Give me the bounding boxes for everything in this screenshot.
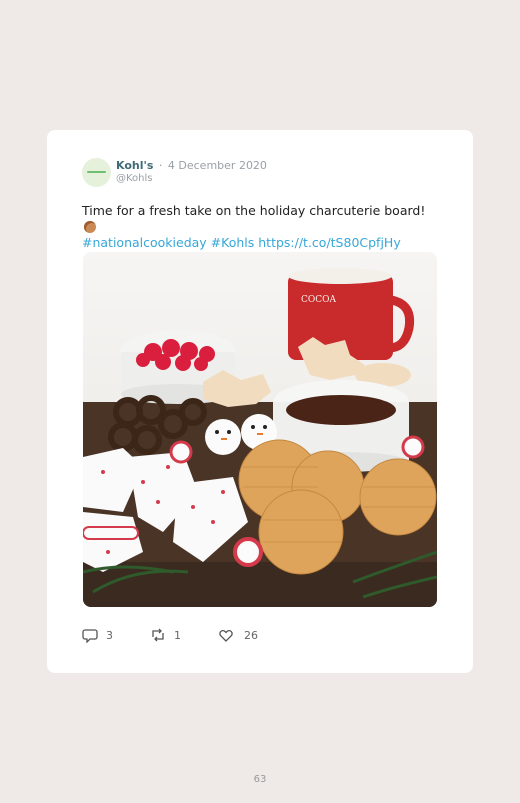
like-action[interactable]: 26	[218, 627, 258, 643]
author-handle[interactable]: @Kohls	[116, 173, 153, 184]
author-name[interactable]: Kohl's	[116, 159, 153, 172]
retweet-action[interactable]: 1	[150, 627, 181, 643]
tweet-date[interactable]: 4 December 2020	[168, 159, 267, 172]
separator: ·	[158, 159, 163, 172]
author-row: Kohl's · 4 December 2020	[116, 159, 267, 172]
retweet-icon	[152, 628, 164, 642]
tweet-links[interactable]: #nationalcookieday #Kohls https://t.co/t…	[82, 235, 442, 251]
avatar[interactable]	[82, 158, 111, 187]
reply-count: 3	[106, 628, 113, 642]
heart-icon	[219, 630, 233, 642]
reply-action[interactable]: 3	[82, 627, 113, 643]
charcuterie-board-image: COCOA	[83, 252, 437, 607]
page-number: 63	[253, 774, 267, 785]
tweet-photo[interactable]: COCOA	[83, 252, 437, 607]
tweet-actions: 3 1 26	[82, 627, 442, 645]
reply-icon	[82, 629, 98, 643]
kohls-logo-icon	[87, 171, 106, 173]
tweet-text: Time for a fresh take on the holiday cha…	[82, 203, 442, 251]
tweet-card: Kohl's · 4 December 2020 @Kohls Time for…	[47, 130, 473, 673]
like-count: 26	[244, 628, 258, 642]
svg-text:COCOA: COCOA	[301, 295, 337, 305]
tweet-text-line1: Time for a fresh take on the holiday cha…	[82, 203, 426, 218]
cookie-emoji-icon	[84, 221, 96, 233]
retweet-count: 1	[174, 628, 181, 642]
